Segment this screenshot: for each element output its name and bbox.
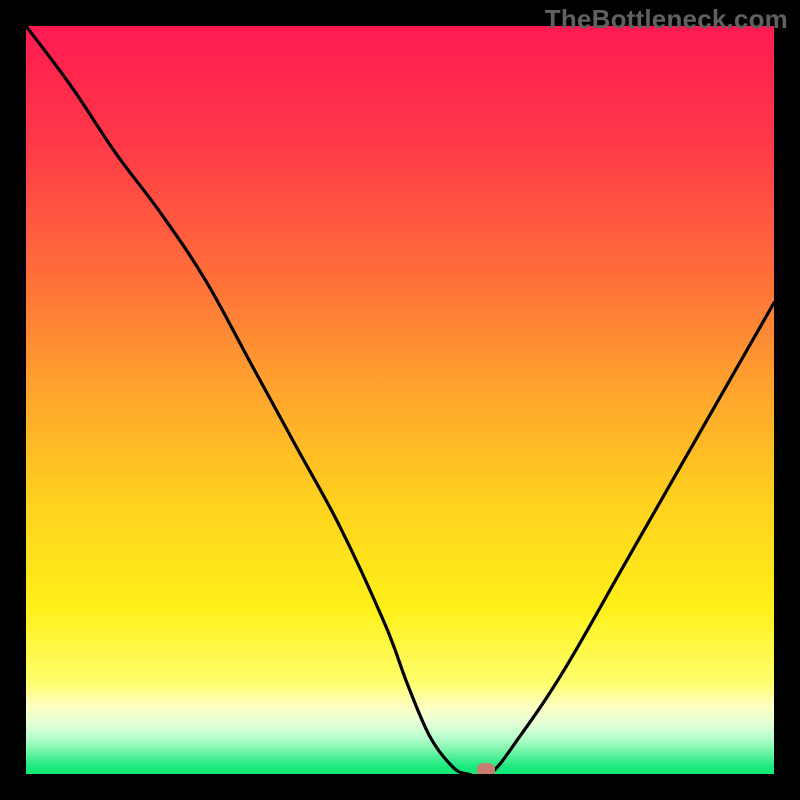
optimal-point-marker [477,763,495,774]
chart-frame: TheBottleneck.com [0,0,800,800]
plot-area [26,26,774,774]
watermark-text: TheBottleneck.com [545,4,788,35]
bottleneck-curve [26,26,774,774]
curve-layer [26,26,774,774]
